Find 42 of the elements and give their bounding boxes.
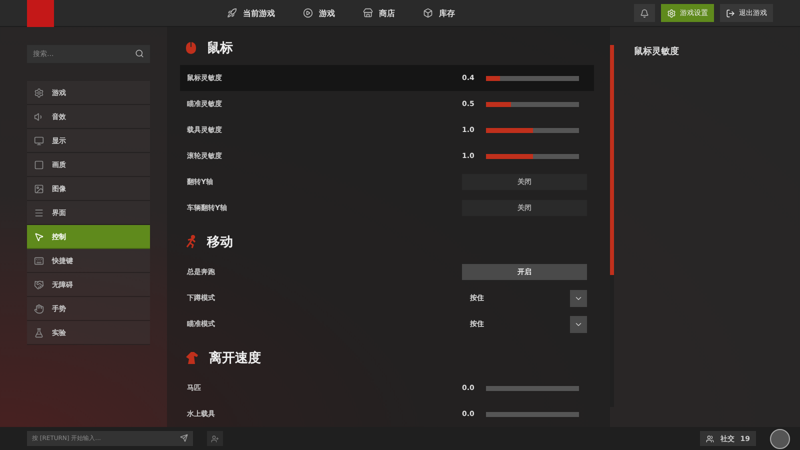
slider-track[interactable] xyxy=(486,154,579,158)
play-icon xyxy=(303,8,313,18)
detail-title: 鼠标灵敏度 xyxy=(634,45,679,59)
speaker-icon xyxy=(34,112,44,122)
add-friend-button[interactable] xyxy=(207,431,223,446)
section-title: 鼠标 xyxy=(207,40,233,57)
scrollbar[interactable] xyxy=(610,45,614,407)
gear-icon xyxy=(34,88,44,98)
nav-link[interactable]: 当前游戏 xyxy=(227,8,275,18)
nav-link[interactable]: 商店 xyxy=(363,8,395,18)
monitor-icon xyxy=(34,136,44,146)
runner-icon xyxy=(185,235,197,249)
send-icon xyxy=(180,434,188,442)
avatar[interactable] xyxy=(770,428,790,448)
slider-track[interactable] xyxy=(486,386,579,390)
image-icon xyxy=(34,184,44,194)
users-icon xyxy=(706,434,714,442)
box-icon xyxy=(423,8,433,18)
nav-link[interactable]: 游戏 xyxy=(303,8,335,18)
section-title: 离开速度 xyxy=(209,350,261,367)
notifications-button[interactable] xyxy=(634,4,655,22)
mouse-icon xyxy=(185,41,197,55)
add-user-icon xyxy=(211,434,219,442)
handshake-icon xyxy=(34,280,44,290)
search-icon xyxy=(135,49,144,58)
flask-icon xyxy=(34,328,44,338)
slider-track[interactable] xyxy=(486,412,579,416)
keyboard-icon xyxy=(34,256,44,266)
pointer-icon xyxy=(34,232,44,242)
lines-icon xyxy=(34,208,44,218)
exit-icon xyxy=(726,8,735,18)
store-icon xyxy=(363,8,373,18)
rocket-icon xyxy=(227,8,237,18)
section-title: 移动 xyxy=(207,234,233,251)
hand-icon xyxy=(34,304,44,314)
square-icon xyxy=(34,160,44,170)
gear-icon xyxy=(667,8,676,18)
slider-track[interactable] xyxy=(486,128,579,132)
slider-track[interactable] xyxy=(486,76,579,80)
bell-icon xyxy=(640,8,649,18)
nav-link[interactable]: 库存 xyxy=(423,8,455,18)
slider-track[interactable] xyxy=(486,102,579,106)
